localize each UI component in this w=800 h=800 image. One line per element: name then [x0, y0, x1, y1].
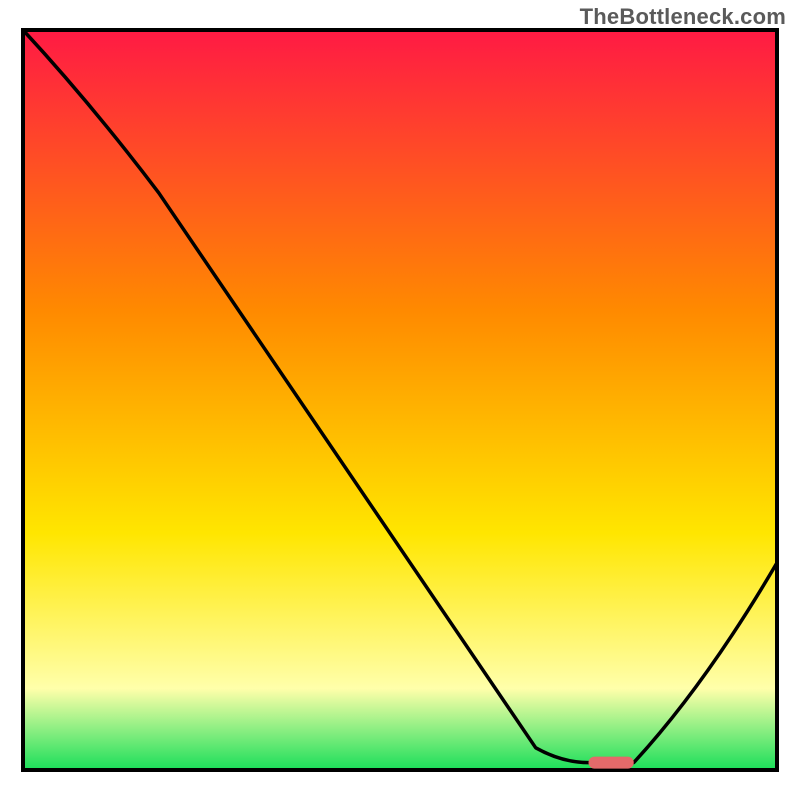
- plot-background: [23, 30, 777, 770]
- optimal-marker: [589, 757, 634, 769]
- bottleneck-chart: [0, 0, 800, 800]
